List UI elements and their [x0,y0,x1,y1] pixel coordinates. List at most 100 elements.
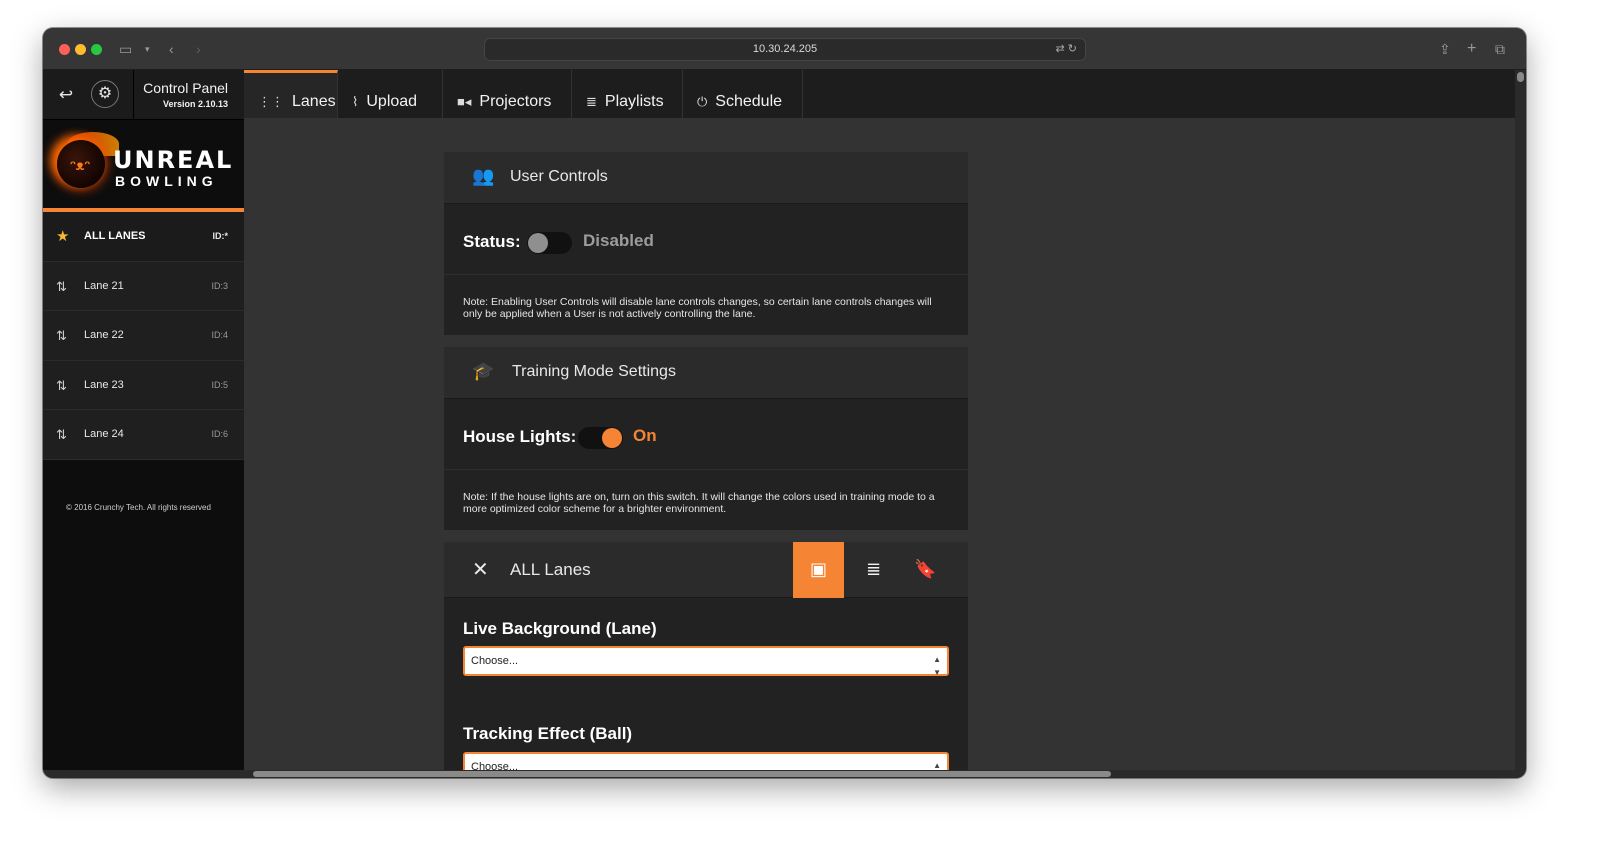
toggle-knob [602,428,622,448]
version-label: Version 2.10.13 [162,99,228,109]
tab-projectors[interactable]: ■◂ Projectors [443,70,572,118]
select-arrows-icon: ▲▼ [933,655,941,677]
copyright-text: © 2016 Crunchy Tech. All rights reserved [66,503,211,512]
app-area: ↩ ⚙ Control Panel Version 2.10.13 ᵔᴥᵔ UN… [43,70,1515,770]
logo-face: ᵔᴥᵔ [70,157,91,173]
live-background-field: Live Background (Lane) Choose... ▲ ▼ [444,598,968,704]
back-button[interactable]: ↩ [53,82,79,108]
divider [133,70,134,120]
top-navigation: ⋮⋮ Lanes ⌇ Upload ■◂ Projectors ≣ Playlists … [244,70,1515,118]
tab-label: Playlists [604,93,664,110]
live-background-select[interactable]: Choose... ▲ ▼ [463,646,949,677]
all-lanes-panel: ✕ ALL Lanes ▣ ≣ 🔖 Live Background (Lane)… [444,542,968,770]
tracking-effect-select[interactable]: Choose... ▲▼ [463,752,949,770]
tab-schedule[interactable]: ⏻ Schedule [683,70,803,118]
browser-titlebar: ▭ ▾ ‹ › 10.30.24.205 ⇄ ↻ ⇪ + ⧉ [43,28,1526,70]
sliders-icon: ⇅ [56,278,67,294]
close-window-button[interactable] [59,44,70,55]
database-icon: ≣ [865,559,882,579]
lane-id: ID:5 [211,379,228,390]
address-bar[interactable]: 10.30.24.205 ⇄ ↻ [484,38,1086,61]
status-label: Status: [463,232,521,251]
logo-text-bowling: BOWLING [115,173,218,189]
settings-button[interactable]: ⚙ [91,80,119,108]
grid-icon: ⋮⋮ [258,94,284,109]
gear-icon: ⚙ [97,85,113,102]
share-icon[interactable]: ⇪ [1439,39,1451,59]
zoom-window-button[interactable] [91,44,102,55]
new-tab-icon[interactable]: + [1467,39,1476,59]
video-camera-icon: ■◂ [457,94,472,109]
lane-id: ID:3 [211,280,228,291]
control-panel-title: Control Panel [143,80,228,96]
training-mode-panel: 🎓 Training Mode Settings House Lights: O… [444,347,968,530]
url-text: 10.30.24.205 [752,43,818,55]
vertical-scrollbar[interactable] [1515,70,1526,770]
sidebar-toggle-icon[interactable]: ▭ [119,39,132,59]
status-value: Disabled [583,231,654,250]
users-icon: 👥 [472,166,495,186]
lane-item-22[interactable]: ⇅ Lane 22 ID:4 [43,311,244,361]
tab-label: Projectors [479,93,552,110]
tab-playlists[interactable]: ≣ Playlists [572,70,683,118]
select-arrows-icon: ▲▼ [933,761,941,770]
sliders-icon: ⇅ [56,427,67,443]
select-value: Choose... [471,761,519,770]
lane-label: ALL LANES [84,230,146,242]
scroll-thumb[interactable] [1517,72,1524,82]
sliders-icon: ⇅ [56,377,67,393]
unreal-bowling-logo: ᵔᴥᵔ UNREAL BOWLING [43,120,244,212]
lane-item-21[interactable]: ⇅ Lane 21 ID:3 [43,262,244,312]
house-lights-label: House Lights: [463,427,577,446]
select-value: Choose... [471,655,519,667]
live-background-label: Live Background (Lane) [463,619,657,638]
lane-label: Lane 21 [84,279,124,292]
sliders-icon: ⇅ [56,328,67,344]
bookmark-button[interactable]: 🔖 [900,542,951,598]
browser-window: ▭ ▾ ‹ › 10.30.24.205 ⇄ ↻ ⇪ + ⧉ ↩ ⚙ Contr… [43,28,1526,778]
tracking-effect-field: Tracking Effect (Ball) Choose... ▲▼ [444,704,968,770]
training-mode-note: Note: If the house lights are on, turn o… [463,491,935,515]
sidebar-header: ↩ ⚙ Control Panel Version 2.10.13 [43,70,244,120]
tab-label: Upload [366,93,418,110]
graduation-cap-icon: 🎓 [472,361,495,381]
user-controls-toggle[interactable] [527,232,572,254]
status-row: Status: Disabled [444,204,968,275]
tab-upload[interactable]: ⌇ Upload [338,70,443,118]
tab-label: Lanes [292,93,336,110]
lane-id: ID:* [212,231,229,241]
lane-item-24[interactable]: ⇅ Lane 24 ID:6 [43,410,244,460]
lane-item-all-lanes[interactable]: ★ ALL LANES ID:* [43,212,244,262]
bookmark-icon: 🔖 [914,559,937,579]
lane-item-23[interactable]: ⇅ Lane 23 ID:5 [43,361,244,411]
translate-reload-icons[interactable]: ⇄ ↻ [1056,39,1078,60]
film-button[interactable]: ▣ [793,542,844,598]
panel-title: User Controls [510,168,608,185]
scroll-thumb[interactable] [253,771,1111,777]
house-lights-toggle[interactable] [578,427,623,449]
house-lights-value: On [633,426,657,445]
house-lights-row: House Lights: On [444,399,968,470]
toggle-knob [528,233,548,253]
back-arrow-icon[interactable]: ‹ [169,39,174,59]
power-icon: ⏻ [697,94,708,109]
training-mode-header: 🎓 Training Mode Settings [444,347,968,399]
lane-label: Lane 22 [84,329,124,342]
all-lanes-header: ✕ ALL Lanes ▣ ≣ 🔖 [444,542,968,598]
tab-overview-icon[interactable]: ⧉ [1495,39,1505,59]
tools-icon: ✕ [472,559,489,581]
user-controls-panel: 👥 User Controls Status: Disabled Note: E… [444,152,968,335]
forward-arrow-icon[interactable]: › [196,39,201,59]
panel-title: ALL Lanes [510,560,591,579]
database-button[interactable]: ≣ [848,542,899,598]
lane-list: ★ ALL LANES ID:* ⇅ Lane 21 ID:3 ⇅ Lane 2… [43,212,244,460]
lane-id: ID:6 [211,429,228,440]
user-controls-header: 👥 User Controls [444,152,968,204]
chevron-down-icon[interactable]: ▾ [145,39,150,59]
minimize-window-button[interactable] [75,44,86,55]
lane-id: ID:4 [211,330,228,341]
lane-label: Lane 24 [84,428,124,441]
star-icon: ★ [56,228,70,245]
tab-lanes[interactable]: ⋮⋮ Lanes [244,70,338,118]
horizontal-scrollbar[interactable] [43,770,1526,778]
